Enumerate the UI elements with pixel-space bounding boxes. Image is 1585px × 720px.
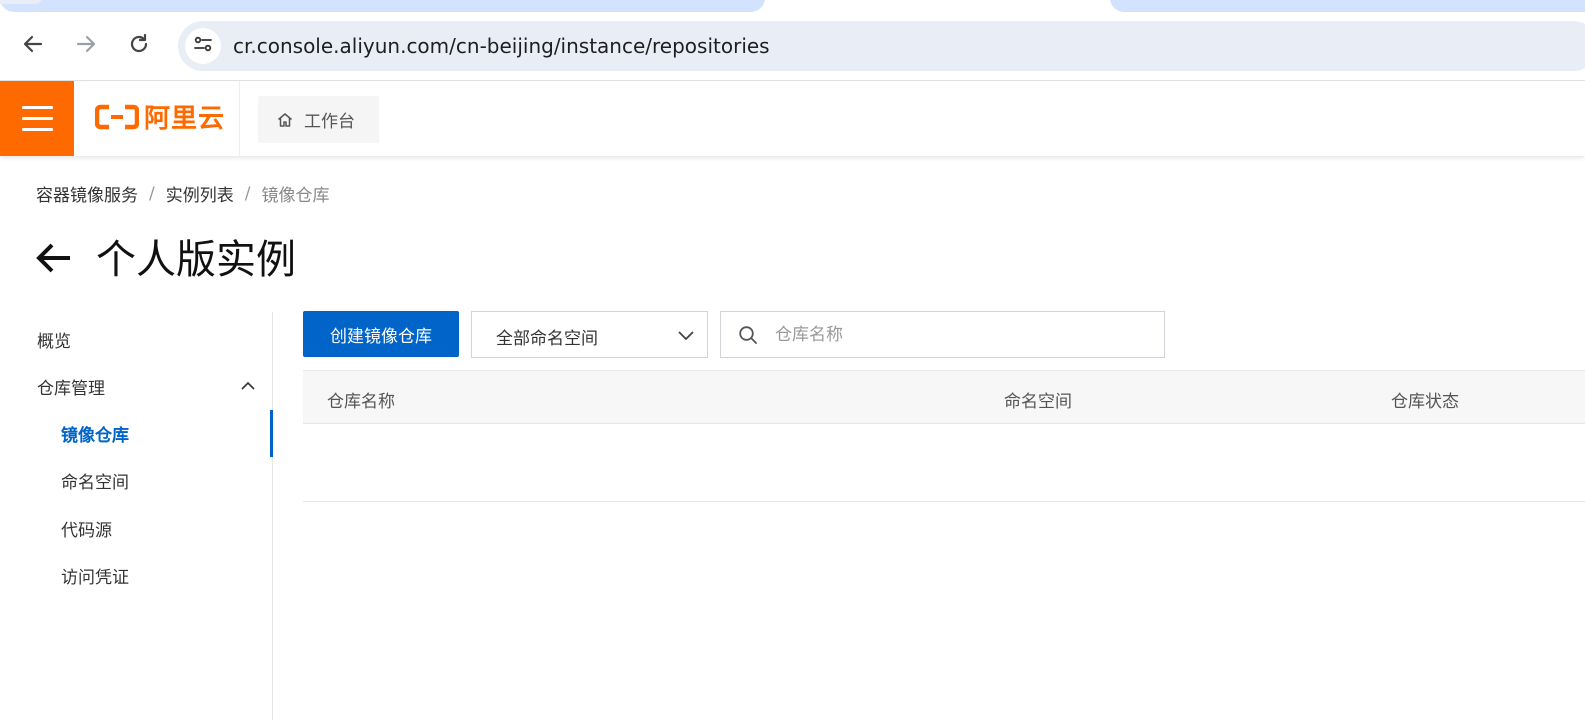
back-button[interactable] — [15, 28, 51, 64]
forward-button[interactable] — [68, 28, 104, 64]
home-icon — [276, 111, 294, 129]
aliyun-logo-icon — [94, 104, 140, 134]
create-repository-button[interactable]: 创建镜像仓库 — [303, 311, 459, 357]
breadcrumb-separator: / — [149, 183, 155, 204]
sidebar-item-namespaces[interactable]: 命名空间 — [0, 457, 272, 504]
hamburger-icon-line — [22, 106, 53, 109]
search-input[interactable] — [775, 320, 1145, 349]
topbar-divider — [239, 81, 240, 156]
back-arrow-icon — [34, 238, 74, 282]
column-header-repo-name: 仓库名称 — [327, 392, 395, 412]
breadcrumb-item-container-registry[interactable]: 容器镜像服务 — [36, 181, 138, 206]
namespace-select[interactable]: 全部命名空间 — [471, 311, 708, 358]
breadcrumb: 容器镜像服务 / 实例列表 / 镜像仓库 — [36, 181, 330, 207]
back-arrow-icon — [22, 33, 44, 59]
hamburger-icon-line — [22, 117, 53, 120]
sidebar-item-label: 仓库管理 — [37, 379, 105, 399]
console-topbar: 阿里云 工作台 — [0, 81, 1585, 156]
tab-favicon — [0, 0, 44, 4]
search-icon — [738, 325, 758, 349]
namespace-select-value: 全部命名空间 — [496, 329, 598, 349]
hamburger-icon-line — [22, 128, 53, 131]
site-info-icon — [192, 33, 214, 59]
browser-tab-active[interactable] — [0, 0, 765, 12]
side-navigation: 概览 仓库管理 镜像仓库 命名空间 代码源 访问凭证 — [0, 312, 273, 720]
address-bar[interactable]: cr.console.aliyun.com/cn-beijing/instanc… — [178, 21, 1585, 71]
sidebar-item-label: 命名空间 — [61, 473, 129, 493]
sidebar-item-access-credentials[interactable]: 访问凭证 — [0, 552, 272, 599]
breadcrumb-separator: / — [244, 183, 251, 204]
page-title: 个人版实例 — [96, 237, 296, 283]
table-body-empty — [303, 424, 1585, 502]
column-header-repo-status: 仓库状态 — [1391, 392, 1459, 412]
sidebar-group-repo-management[interactable]: 仓库管理 — [0, 363, 272, 410]
chevron-up-icon[interactable] — [240, 378, 256, 399]
reload-button[interactable] — [121, 28, 157, 64]
reload-icon — [128, 33, 150, 59]
brand-name: 阿里云 — [144, 104, 226, 134]
browser-tab-strip — [0, 0, 1585, 12]
aliyun-logo[interactable]: 阿里云 — [94, 104, 226, 134]
sidebar-item-image-repositories[interactable]: 镜像仓库 — [0, 410, 273, 457]
column-header-namespace: 命名空间 — [1004, 392, 1072, 412]
breadcrumb-item-instance-list[interactable]: 实例列表 — [166, 181, 234, 206]
sidebar-item-label: 访问凭证 — [61, 568, 129, 588]
workbench-label: 工作台 — [304, 112, 355, 132]
chevron-down-icon — [677, 326, 695, 348]
workbench-button[interactable]: 工作台 — [258, 96, 379, 143]
browser-toolbar: cr.console.aliyun.com/cn-beijing/instanc… — [0, 12, 1585, 81]
browser-tab[interactable] — [1110, 0, 1585, 12]
repository-search[interactable] — [720, 311, 1165, 358]
sidebar-item-label: 代码源 — [61, 521, 112, 541]
breadcrumb-item-current: 镜像仓库 — [261, 186, 330, 206]
sidebar-item-code-source[interactable]: 代码源 — [0, 505, 272, 552]
forward-arrow-icon — [75, 33, 97, 59]
hamburger-menu-button[interactable] — [0, 81, 74, 156]
sidebar-item-label: 镜像仓库 — [61, 426, 129, 446]
sidebar-item-overview[interactable]: 概览 — [0, 316, 272, 363]
sidebar-item-label: 概览 — [37, 332, 71, 352]
url-text[interactable]: cr.console.aliyun.com/cn-beijing/instanc… — [233, 34, 770, 58]
site-info-button[interactable] — [185, 28, 221, 64]
page-header: 个人版实例 — [34, 232, 296, 288]
page-back-button[interactable] — [34, 240, 74, 280]
table-header: 仓库名称 命名空间 仓库状态 — [303, 370, 1585, 424]
